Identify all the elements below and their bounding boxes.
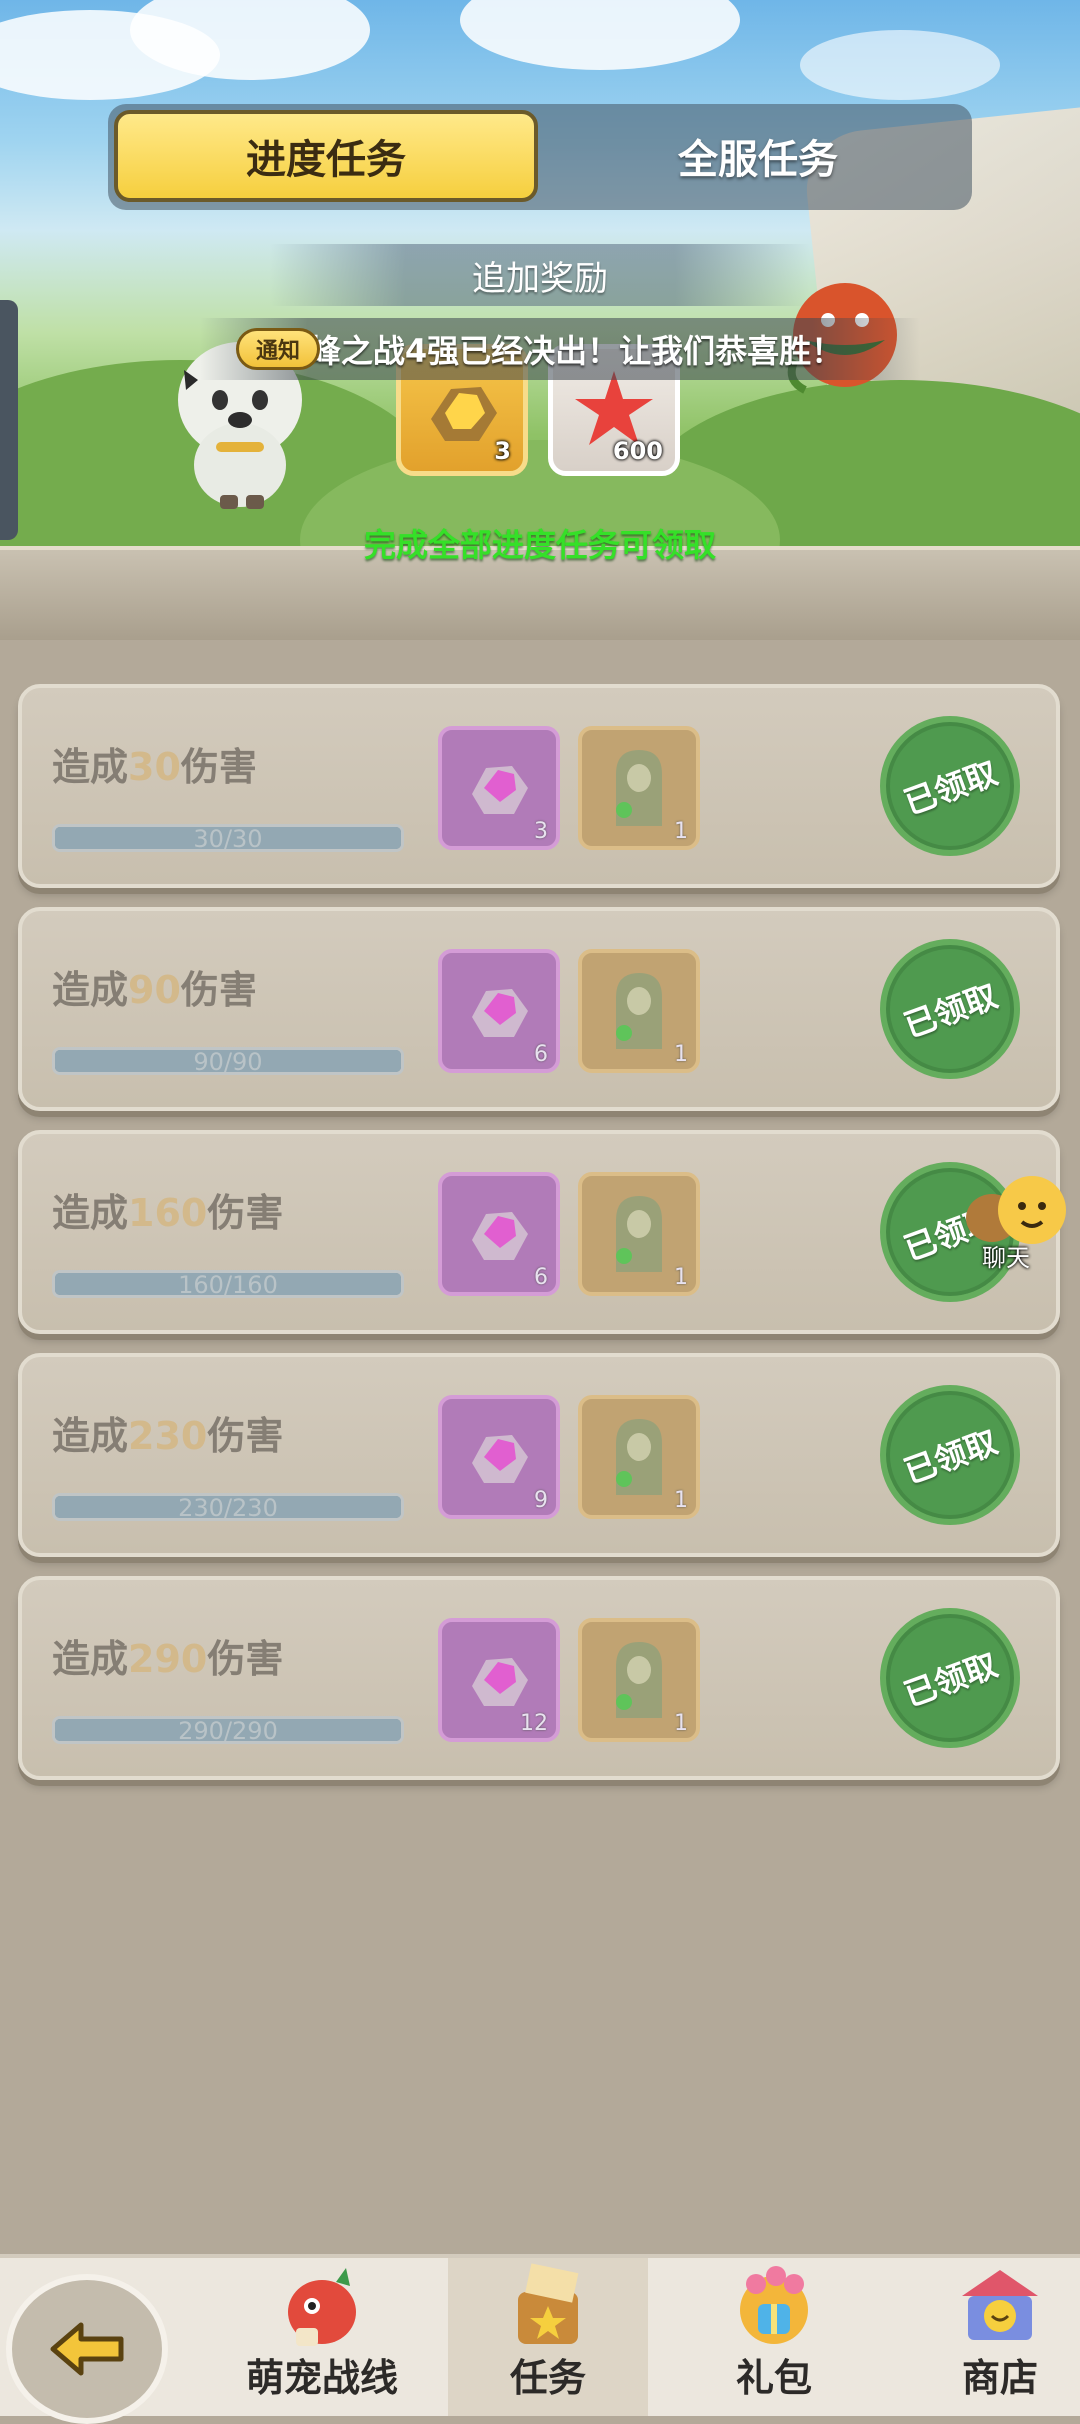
reward-count: 1 [674, 819, 688, 844]
task-progress-text: 230/230 [178, 1494, 278, 1521]
reward-count: 3 [534, 819, 548, 844]
reward-count: 6 [534, 1042, 548, 1067]
chat-button[interactable]: 聊天 [962, 1170, 1072, 1280]
reward-gem[interactable]: 3 [438, 726, 560, 850]
task-progress-bar: 230/230 [52, 1493, 404, 1521]
chat-label: 聊天 [982, 1244, 1030, 1272]
reward-statue[interactable]: 1 [578, 1172, 700, 1296]
task-row: 造成290伤害 290/290 12 1 已领取 [18, 1576, 1060, 1780]
reward-count: 9 [534, 1488, 548, 1513]
nav-shop[interactable]: 商店 [900, 2258, 1080, 2416]
reward-gem[interactable]: 6 [438, 1172, 560, 1296]
hero-banner: 进度任务 全服任务 追加奖励 3 600 巅峰之战4强已经决出！让我们恭喜胜！ … [0, 0, 1080, 640]
task-row: 造成230伤害 230/230 9 1 已领取 [18, 1353, 1060, 1557]
tab-progress-tasks[interactable]: 进度任务 [114, 110, 538, 202]
task-progress-text: 290/290 [178, 1717, 278, 1744]
claimed-stamp: 已领取 [880, 1385, 1020, 1525]
reward-statue[interactable]: 1 [578, 1395, 700, 1519]
reward-statue[interactable]: 1 [578, 726, 700, 850]
task-title: 造成30伤害 [52, 745, 257, 789]
claim-hint: 完成全部进度任务可领取 [363, 526, 716, 564]
back-arrow-icon [50, 2322, 124, 2376]
bonus-item-count: 3 [494, 437, 511, 465]
side-drawer-handle[interactable] [0, 300, 18, 540]
task-progress-text: 30/30 [193, 825, 263, 852]
task-tabs: 进度任务 全服任务 [108, 104, 972, 210]
task-progress-text: 90/90 [193, 1048, 263, 1075]
task-progress-text: 160/160 [178, 1271, 278, 1298]
nav-label: 礼包 [735, 2356, 812, 2400]
shop-stall-icon [962, 2270, 1038, 2340]
reward-gem[interactable]: 12 [438, 1618, 560, 1742]
back-button[interactable] [6, 2274, 168, 2424]
nav-pet-battle[interactable]: 萌宠战线 [222, 2258, 422, 2416]
task-progress-bar: 90/90 [52, 1047, 404, 1075]
task-row: 造成30伤害 30/30 3 1 已领取 [18, 684, 1060, 888]
task-title: 造成160伤害 [52, 1191, 284, 1235]
reward-count: 1 [674, 1042, 688, 1067]
task-row: 造成160伤害 160/160 6 1 已领取 [18, 1130, 1060, 1334]
task-title: 造成290伤害 [52, 1637, 284, 1681]
nav-tasks[interactable]: 任务 [448, 2258, 648, 2416]
nav-label: 任务 [509, 2356, 586, 2400]
tab-server-tasks[interactable]: 全服任务 [548, 110, 968, 202]
task-progress-bar: 30/30 [52, 824, 404, 852]
task-scroll-icon [518, 2263, 579, 2344]
reward-count: 1 [674, 1711, 688, 1736]
bonus-title: 追加奖励 [270, 244, 810, 306]
reward-gem[interactable]: 9 [438, 1395, 560, 1519]
claimed-stamp: 已领取 [880, 716, 1020, 856]
claimed-stamp: 已领取 [880, 939, 1020, 1079]
dragon-pet-icon [288, 2268, 356, 2346]
reward-count: 1 [674, 1488, 688, 1513]
gift-bag-icon [740, 2266, 808, 2344]
reward-gem[interactable]: 6 [438, 949, 560, 1073]
reward-count: 12 [520, 1711, 548, 1736]
bonus-item-count: 600 [612, 437, 663, 465]
nav-label: 萌宠战线 [245, 2356, 398, 2400]
reward-statue[interactable]: 1 [578, 949, 700, 1073]
reward-count: 6 [534, 1265, 548, 1290]
reward-statue[interactable]: 1 [578, 1618, 700, 1742]
nav-label: 商店 [961, 2356, 1038, 2400]
task-title: 造成90伤害 [52, 968, 257, 1012]
nav-gift-pack[interactable]: 礼包 [674, 2258, 874, 2416]
task-progress-bar: 290/290 [52, 1716, 404, 1744]
claimed-stamp: 已领取 [880, 1608, 1020, 1748]
task-progress-bar: 160/160 [52, 1270, 404, 1298]
reward-count: 1 [674, 1265, 688, 1290]
bottom-nav: 萌宠战线 任务 礼包 商店 [0, 2254, 1080, 2424]
task-title: 造成230伤害 [52, 1414, 284, 1458]
task-row: 造成90伤害 90/90 6 1 已领取 [18, 907, 1060, 1111]
notice-badge: 通知 [236, 328, 320, 370]
